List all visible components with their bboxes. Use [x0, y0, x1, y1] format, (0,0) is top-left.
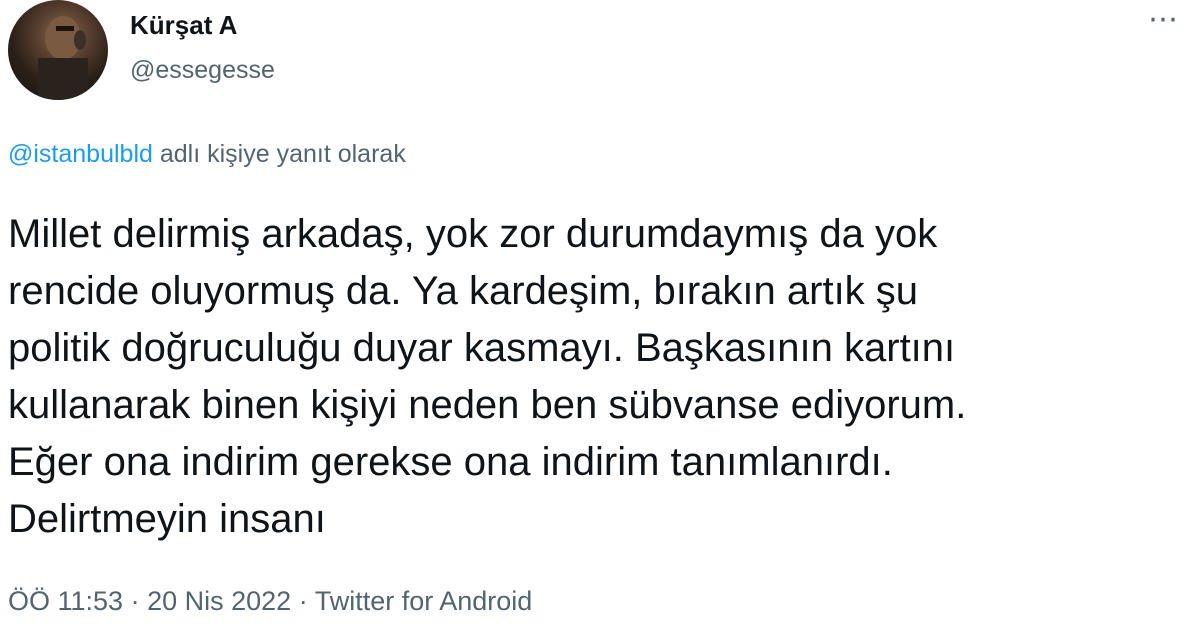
tweet-source: Twitter for Android: [314, 586, 533, 616]
avatar-image: [38, 16, 88, 100]
reply-mention-link[interactable]: @istanbulbld: [8, 140, 153, 168]
tweet-meta: ÖÖ 11:53 · 20 Nis 2022 · Twitter for And…: [8, 586, 532, 617]
author-display-name[interactable]: Kürşat A: [130, 10, 237, 41]
tweet-time[interactable]: ÖÖ 11:53: [8, 586, 123, 616]
meta-separator: ·: [291, 586, 315, 616]
tweet-text: Millet delirmiş arkadaş, yok zor durumda…: [8, 212, 967, 541]
author-username[interactable]: @essegesse: [130, 56, 275, 85]
reply-suffix: adlı kişiye yanıt olarak: [152, 140, 406, 168]
more-options-icon[interactable]: ⋯: [1148, 5, 1180, 35]
meta-separator: ·: [123, 586, 148, 616]
tweet-date[interactable]: 20 Nis 2022: [147, 586, 291, 616]
avatar[interactable]: [8, 0, 108, 100]
reply-context: @istanbulbld adlı kişiye yanıt olarak: [8, 140, 406, 169]
